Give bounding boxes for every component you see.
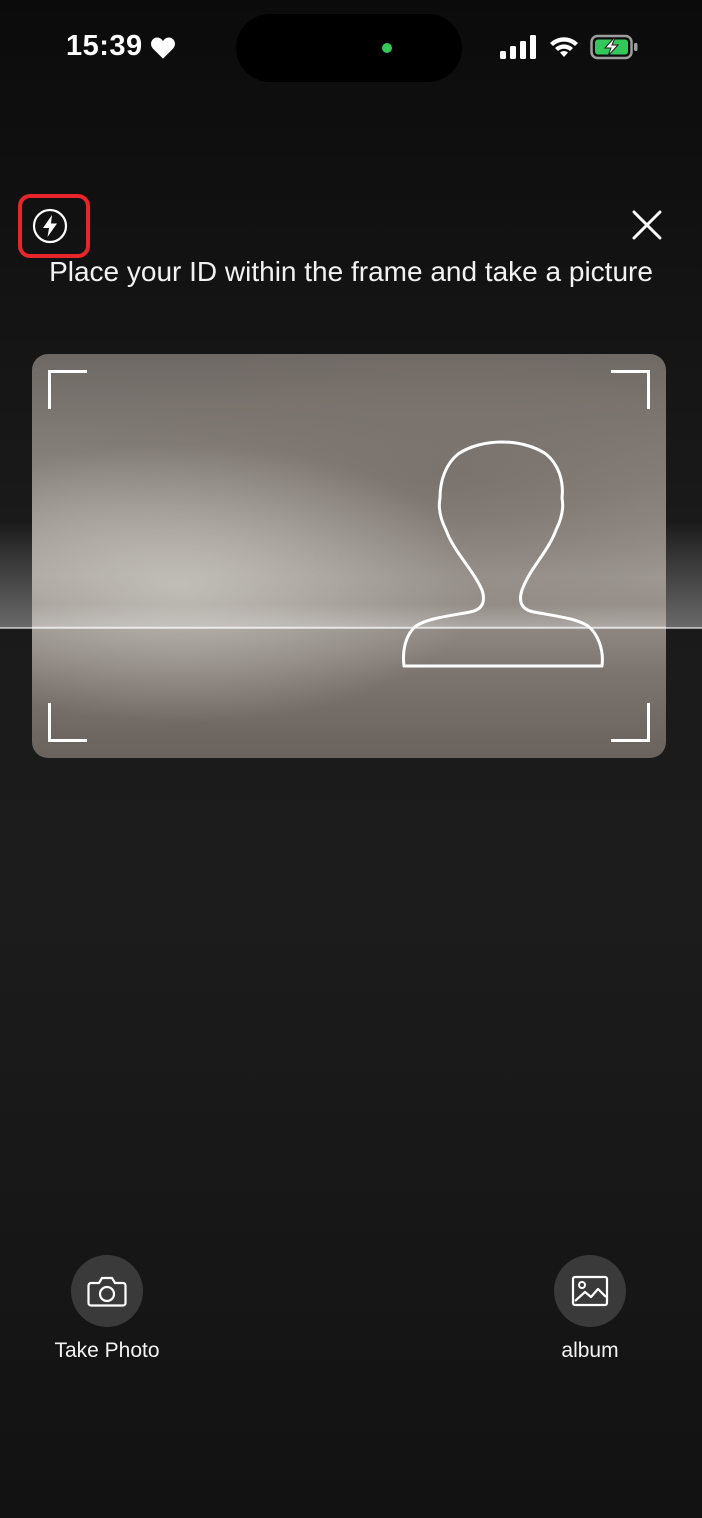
scan-line [0,627,702,629]
camera-indicator-dot [382,43,392,53]
instruction-text: Place your ID within the frame and take … [49,256,653,287]
person-silhouette-icon [402,440,604,668]
side-glow-left [0,520,32,628]
frame-corner-top-right [611,370,650,409]
frame-corner-bottom-left [48,703,87,742]
camera-icon [87,1276,127,1307]
album-button[interactable]: album [540,1255,640,1363]
take-photo-button[interactable]: Take Photo [40,1255,174,1363]
image-icon [571,1275,609,1307]
time-text: 15:39 [66,30,143,62]
close-icon[interactable] [630,208,664,242]
flash-icon[interactable] [32,208,68,244]
cellular-signal-icon [500,35,536,59]
status-bar-right [500,34,640,60]
dynamic-island [236,14,462,82]
id-capture-frame [32,354,666,758]
side-glow-right [666,520,702,628]
heart-icon [150,37,175,59]
take-photo-label: Take Photo [54,1339,160,1362]
frame-corner-top-left [48,370,87,409]
album-circle[interactable] [554,1255,626,1327]
wifi-icon [550,37,578,57]
battery-charging-icon [590,34,638,60]
take-photo-circle[interactable] [71,1255,143,1327]
status-bar-time: 15:39 [66,30,177,63]
frame-corner-bottom-right [611,703,650,742]
album-label: album [561,1339,619,1362]
